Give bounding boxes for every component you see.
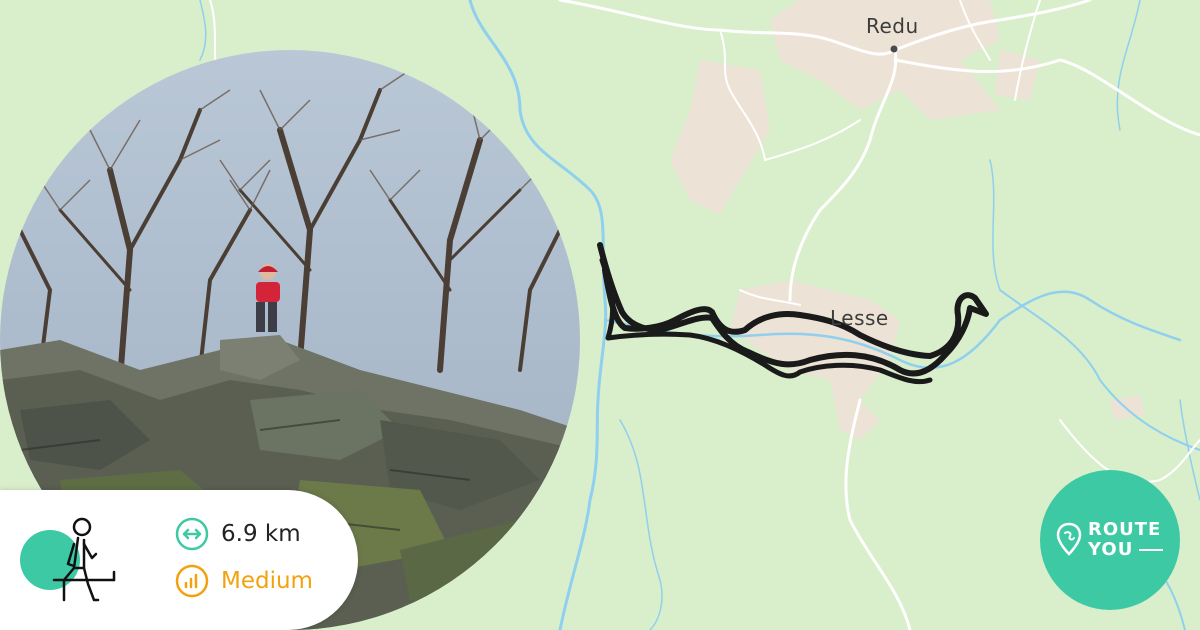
distance-stat: 6.9 km <box>175 517 301 551</box>
redu-marker <box>890 45 898 53</box>
place-label-redu: Redu <box>866 14 919 38</box>
map-pin-icon <box>1056 522 1082 556</box>
route-info-card: 6.9 km Medium <box>0 490 358 630</box>
brand-line-2: YOU <box>1088 539 1134 560</box>
brand-line-1: ROUTE <box>1088 519 1162 540</box>
difficulty-value: Medium <box>221 568 313 594</box>
brand-line-2-row: YOU <box>1088 539 1164 560</box>
difficulty-icon <box>175 564 209 598</box>
brand-wordmark: ROUTE YOU <box>1088 519 1164 560</box>
difficulty-stat: Medium <box>175 564 313 598</box>
hiker-icon <box>20 517 116 602</box>
place-label-lesse: Lesse <box>830 306 889 330</box>
distance-value: 6.9 km <box>221 521 301 547</box>
distance-icon <box>175 517 209 551</box>
routeyou-logo[interactable]: ROUTE YOU <box>1040 470 1180 610</box>
